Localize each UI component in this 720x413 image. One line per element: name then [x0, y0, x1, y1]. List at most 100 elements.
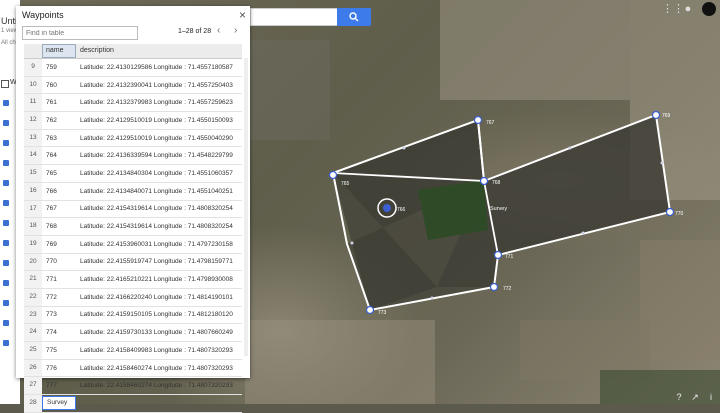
map-label: 768	[492, 180, 501, 186]
waypoint-icon	[3, 280, 9, 286]
table-row[interactable]: 21 771 Latitude: 22.4165210221 Longitude :…	[24, 271, 242, 289]
cell-description[interactable]: Latitude: 22.4136339594 Longitude : 71.4…	[76, 152, 242, 159]
cell-name[interactable]: 769	[42, 241, 76, 248]
column-header-description[interactable]: description	[76, 44, 242, 58]
edge-midpoint	[402, 146, 406, 150]
column-header-name[interactable]: name	[42, 44, 76, 58]
map-label: 766	[397, 207, 406, 213]
table-row[interactable]: 15 765 Latitude: 22.4134840304 Longitude :…	[24, 165, 242, 183]
cell-name[interactable]: 759	[42, 64, 76, 71]
top-right-toolbar: ⋮⋮ ●	[662, 2, 716, 16]
cell-name[interactable]: 777	[42, 382, 76, 389]
cell-name[interactable]: 763	[42, 135, 76, 142]
cell-name[interactable]: 760	[42, 82, 76, 89]
table-scrollbar[interactable]	[244, 58, 248, 356]
waypoint-marker[interactable]	[665, 207, 675, 217]
cell-description[interactable]: Latitude: 22.4132390041 Longitude : 71.4…	[76, 82, 242, 89]
pagination-status: 1–28 of 28	[178, 28, 212, 35]
cell-name[interactable]: 761	[42, 99, 76, 106]
cell-description[interactable]: Latitude: 22.4159730133 Longitude : 71.4…	[76, 329, 242, 336]
table-row[interactable]: 26 776 Latitude: 22.4158460274 Longitude :…	[24, 359, 242, 378]
cell-name[interactable]: 771	[42, 276, 76, 283]
table-row[interactable]: 10 760 Latitude: 22.4132390041 Longitude :…	[24, 76, 242, 95]
table-row[interactable]: 9 759 Latitude: 22.4130129586 Longitude : …	[24, 59, 242, 77]
cell-description[interactable]: Latitude: 22.4130129586 Longitude : 71.4…	[76, 64, 242, 71]
close-icon[interactable]: ×	[239, 8, 246, 22]
cell-name[interactable]: 770	[42, 258, 76, 265]
cell-description[interactable]: Latitude: 22.4134840304 Longitude : 71.4…	[76, 170, 242, 177]
cell-name[interactable]: 767	[42, 205, 76, 212]
row-number: 18	[24, 218, 42, 235]
table-row[interactable]: 12 762 Latitude: 22.4129510019 Longitude :…	[24, 112, 242, 130]
next-page-button[interactable]: ›	[234, 25, 237, 36]
table-row[interactable]: 18 768 Latitude: 22.4154319614 Longitude :…	[24, 218, 242, 236]
cell-description[interactable]: Latitude: 22.4155919747 Longitude : 71.4…	[76, 258, 242, 265]
selected-waypoint-dot	[383, 204, 391, 212]
table-row[interactable]: 13 763 Latitude: 22.4129510019 Longitude :…	[24, 129, 242, 148]
table-row[interactable]: 27 777 Latitude: 22.4158460274 Longitude :…	[24, 377, 242, 396]
row-number: 9	[24, 59, 42, 76]
table-row[interactable]: 16 766 Latitude: 22.4134840071 Longitude :…	[24, 182, 242, 201]
cell-name[interactable]: 773	[42, 311, 76, 318]
find-in-table-input[interactable]	[22, 26, 138, 40]
cell-name[interactable]: 774	[42, 329, 76, 336]
table-row[interactable]: 25 775 Latitude: 22.4158409983 Longitude :…	[24, 342, 242, 360]
help-icon[interactable]: ?	[674, 392, 684, 402]
cell-name[interactable]: 766	[42, 188, 76, 195]
table-row[interactable]: 17 767 Latitude: 22.4154319614 Longitude :…	[24, 200, 242, 219]
cell-name[interactable]: 776	[42, 365, 76, 372]
cell-description[interactable]: Latitude: 22.4158460274 Longitude : 71.4…	[76, 382, 242, 389]
cell-name[interactable]: 762	[42, 117, 76, 124]
table-row[interactable]: 11 761 Latitude: 22.4132379983 Longitude :…	[24, 94, 242, 113]
waypoint-marker[interactable]	[328, 170, 338, 180]
waypoint-icon	[3, 140, 9, 146]
waypoint-marker[interactable]	[489, 282, 499, 292]
row-number: 21	[24, 271, 42, 288]
row-number: 17	[24, 200, 42, 218]
cell-name[interactable]: 764	[42, 152, 76, 159]
field-patch	[640, 240, 720, 360]
waypoint-marker[interactable]	[651, 110, 661, 120]
cell-description[interactable]: Latitude: 22.4154319614 Longitude : 71.4…	[76, 223, 242, 230]
table-row[interactable]: 20 770 Latitude: 22.4155919747 Longitude :…	[24, 253, 242, 272]
cell-name[interactable]: 772	[42, 294, 76, 301]
search-button[interactable]	[337, 8, 371, 26]
cell-description[interactable]: Latitude: 22.4134840071 Longitude : 71.4…	[76, 188, 242, 195]
table-row[interactable]: 23 773 Latitude: 22.4159150105 Longitude :…	[24, 306, 242, 325]
cell-description[interactable]: Latitude: 22.4158460274 Longitude : 71.4…	[76, 365, 242, 372]
share-icon[interactable]: ↗	[690, 392, 700, 402]
cell-description[interactable]: Latitude: 22.4153960031 Longitude : 71.4…	[76, 241, 242, 248]
notifications-icon[interactable]: ●	[682, 3, 694, 15]
cell-description[interactable]: Latitude: 22.4129510019 Longitude : 71.4…	[76, 135, 242, 142]
cell-name[interactable]: Survey	[42, 396, 76, 411]
cell-description[interactable]: Latitude: 22.4158409983 Longitude : 71.4…	[76, 347, 242, 354]
prev-page-button[interactable]: ‹	[217, 25, 220, 36]
table-row[interactable]: 14 764 Latitude: 22.4136339594 Longitude :…	[24, 147, 242, 166]
waypoint-marker[interactable]	[479, 176, 489, 186]
table-row[interactable]: 22 772 Latitude: 22.4166220240 Longitude :…	[24, 288, 242, 307]
row-number: 10	[24, 76, 42, 94]
table-row[interactable]: 19 769 Latitude: 22.4153960031 Longitude :…	[24, 235, 242, 254]
waypoint-marker[interactable]	[365, 305, 375, 315]
info-icon[interactable]: i	[706, 392, 716, 402]
layer-checkbox[interactable]	[1, 80, 9, 88]
avatar[interactable]	[702, 2, 716, 16]
field-patch	[250, 40, 330, 140]
cell-name[interactable]: 768	[42, 223, 76, 230]
cell-description[interactable]: Latitude: 22.4159150105 Longitude : 71.4…	[76, 311, 242, 318]
cell-description[interactable]: Latitude: 22.4129510019 Longitude : 71.4…	[76, 117, 242, 124]
map-search-input[interactable]	[250, 8, 337, 26]
waypoint-marker[interactable]	[473, 115, 483, 125]
waypoint-marker[interactable]	[493, 250, 503, 260]
table-row[interactable]: 24 774 Latitude: 22.4159730133 Longitude :…	[24, 324, 242, 342]
map-label: 773	[378, 310, 387, 316]
cell-description[interactable]: Latitude: 22.4166220240 Longitude : 71.4…	[76, 294, 242, 301]
cell-description[interactable]: Latitude: 22.4165210221 Longitude : 71.4…	[76, 276, 242, 283]
apps-grid-icon[interactable]: ⋮⋮	[662, 3, 684, 15]
field-patch	[440, 0, 630, 100]
cell-name[interactable]: 775	[42, 347, 76, 354]
row-number: 20	[24, 253, 42, 271]
cell-description[interactable]: Latitude: 22.4154319614 Longitude : 71.4…	[76, 205, 242, 212]
cell-description[interactable]: Latitude: 22.4132379983 Longitude : 71.4…	[76, 99, 242, 106]
cell-name[interactable]: 765	[42, 170, 76, 177]
